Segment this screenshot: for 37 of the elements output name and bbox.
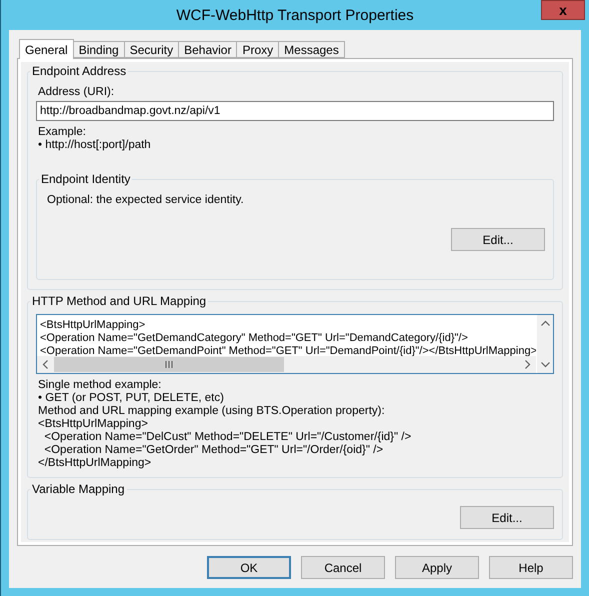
tab[interactable]: General <box>19 39 74 59</box>
example-text: • http://host[:port]/path <box>38 139 152 152</box>
help-text: Single method example: <box>38 379 162 392</box>
close-button[interactable]: x <box>541 0 585 20</box>
tab[interactable]: Binding <box>72 41 125 58</box>
vertical-scrollbar[interactable] <box>536 315 553 373</box>
edit-button[interactable]: Edit... <box>451 228 545 251</box>
example-text: Example: <box>38 126 87 139</box>
help-text: <BtsHttpUrlMapping> <box>38 418 149 431</box>
tab[interactable]: Behavior <box>178 41 238 58</box>
tab[interactable]: Security <box>124 41 180 58</box>
window-title: WCF-WebHttp Transport Properties <box>176 6 414 24</box>
mapping-editor[interactable]: <BtsHttpUrlMapping> <Operation Name="GetDemandCategory" Method="GET" Url="DemandCategory/{id}"/> <Operation Name="GetDemandPoint" Method="GET" Url="DemandPoint/{id}"/></BtsHttpUrlMapping> <box>36 314 554 374</box>
group-title: Endpoint Identity <box>40 172 132 186</box>
editor-line: <BtsHttpUrlMapping> <box>40 319 146 332</box>
group-title: Endpoint Address <box>31 64 128 78</box>
dialog-button[interactable]: Apply <box>395 556 479 579</box>
tab[interactable]: Messages <box>278 41 345 58</box>
editor-line: <Operation Name="GetDemandCategory" Method="GET" Url="DemandCategory/{id}"/> <box>40 332 469 345</box>
dialog-button[interactable]: OK <box>207 556 291 579</box>
group-title: HTTP Method and URL Mapping <box>31 294 208 308</box>
scroll-thumb[interactable] <box>54 357 284 372</box>
help-text: <Operation Name="GetOrder" Method="GET" Url="/Order/{oid}" /> <box>43 444 384 457</box>
help-text: </BtsHttpUrlMapping> <box>38 457 152 470</box>
grip-icon <box>165 361 173 368</box>
help-text: • GET (or POST, PUT, DELETE, etc) <box>38 392 225 405</box>
group-title: Variable Mapping <box>31 482 126 496</box>
description-text: Optional: the expected service identity. <box>47 194 245 206</box>
help-text: <Operation Name="DelCust" Method="DELETE" Url="/Customer/{id}" /> <box>43 431 412 444</box>
address-field[interactable]: http://broadbandmap.govt.nz/api/v1 <box>36 101 554 121</box>
field-label: Address (URI): <box>38 86 116 98</box>
help-text: Method and URL mapping example (using BTS.Operation property): <box>38 405 386 418</box>
horizontal-scrollbar[interactable] <box>37 356 536 373</box>
dialog-button[interactable]: Help <box>489 556 573 579</box>
tab[interactable]: Proxy <box>236 41 280 58</box>
dialog-button[interactable]: Cancel <box>301 556 385 579</box>
edit-button[interactable]: Edit... <box>460 506 554 529</box>
